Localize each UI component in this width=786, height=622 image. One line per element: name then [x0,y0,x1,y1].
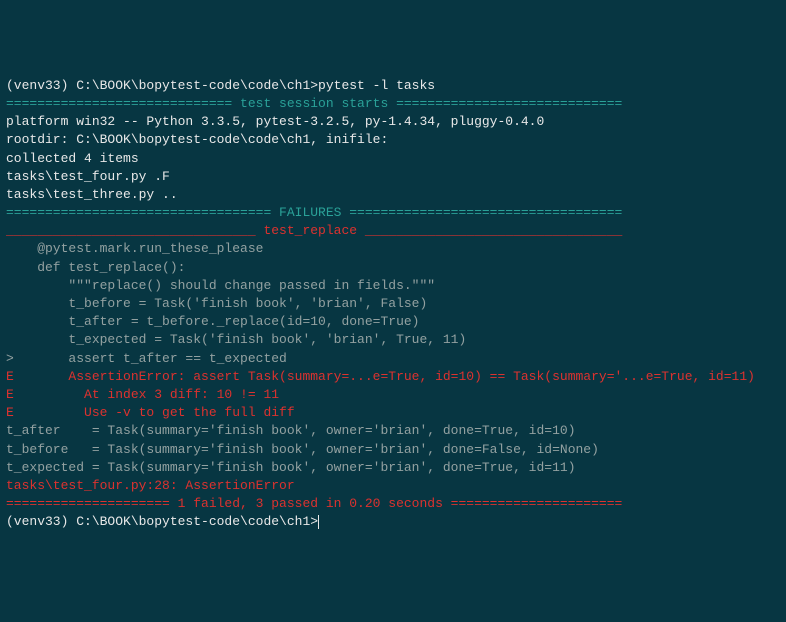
terminal-line: ===================== 1 failed, 3 passed… [6,495,780,513]
terminal-line: t_before = Task(summary='finish book', o… [6,441,780,459]
terminal-line: """replace() should change passed in fie… [6,277,780,295]
terminal-output[interactable]: (venv33) C:\BOOK\bopytest-code\code\ch1>… [6,77,780,532]
terminal-line: collected 4 items [6,150,780,168]
terminal-line: tasks\test_four.py:28: AssertionError [6,477,780,495]
terminal-line: t_expected = Task('finish book', 'brian'… [6,331,780,349]
terminal-line: t_before = Task('finish book', 'brian', … [6,295,780,313]
terminal-prompt-line[interactable]: (venv33) C:\BOOK\bopytest-code\code\ch1> [6,513,780,531]
terminal-prompt: (venv33) C:\BOOK\bopytest-code\code\ch1> [6,514,318,529]
terminal-line: E Use -v to get the full diff [6,404,780,422]
terminal-line: @pytest.mark.run_these_please [6,240,780,258]
terminal-line: rootdir: C:\BOOK\bopytest-code\code\ch1,… [6,131,780,149]
terminal-line: E AssertionError: assert Task(summary=..… [6,368,780,386]
cursor-icon [318,515,319,529]
terminal-line: E At index 3 diff: 10 != 11 [6,386,780,404]
terminal-line: t_after = Task(summary='finish book', ow… [6,422,780,440]
terminal-line: ================================== FAILU… [6,204,780,222]
terminal-line: > assert t_after == t_expected [6,350,780,368]
terminal-line: t_expected = Task(summary='finish book',… [6,459,780,477]
terminal-line: tasks\test_three.py .. [6,186,780,204]
terminal-line: ________________________________ test_re… [6,222,780,240]
terminal-line: ============================= test sessi… [6,95,780,113]
terminal-line: def test_replace(): [6,259,780,277]
terminal-line: t_after = t_before._replace(id=10, done=… [6,313,780,331]
terminal-line: (venv33) C:\BOOK\bopytest-code\code\ch1>… [6,77,780,95]
terminal-line: tasks\test_four.py .F [6,168,780,186]
terminal-line: platform win32 -- Python 3.3.5, pytest-3… [6,113,780,131]
